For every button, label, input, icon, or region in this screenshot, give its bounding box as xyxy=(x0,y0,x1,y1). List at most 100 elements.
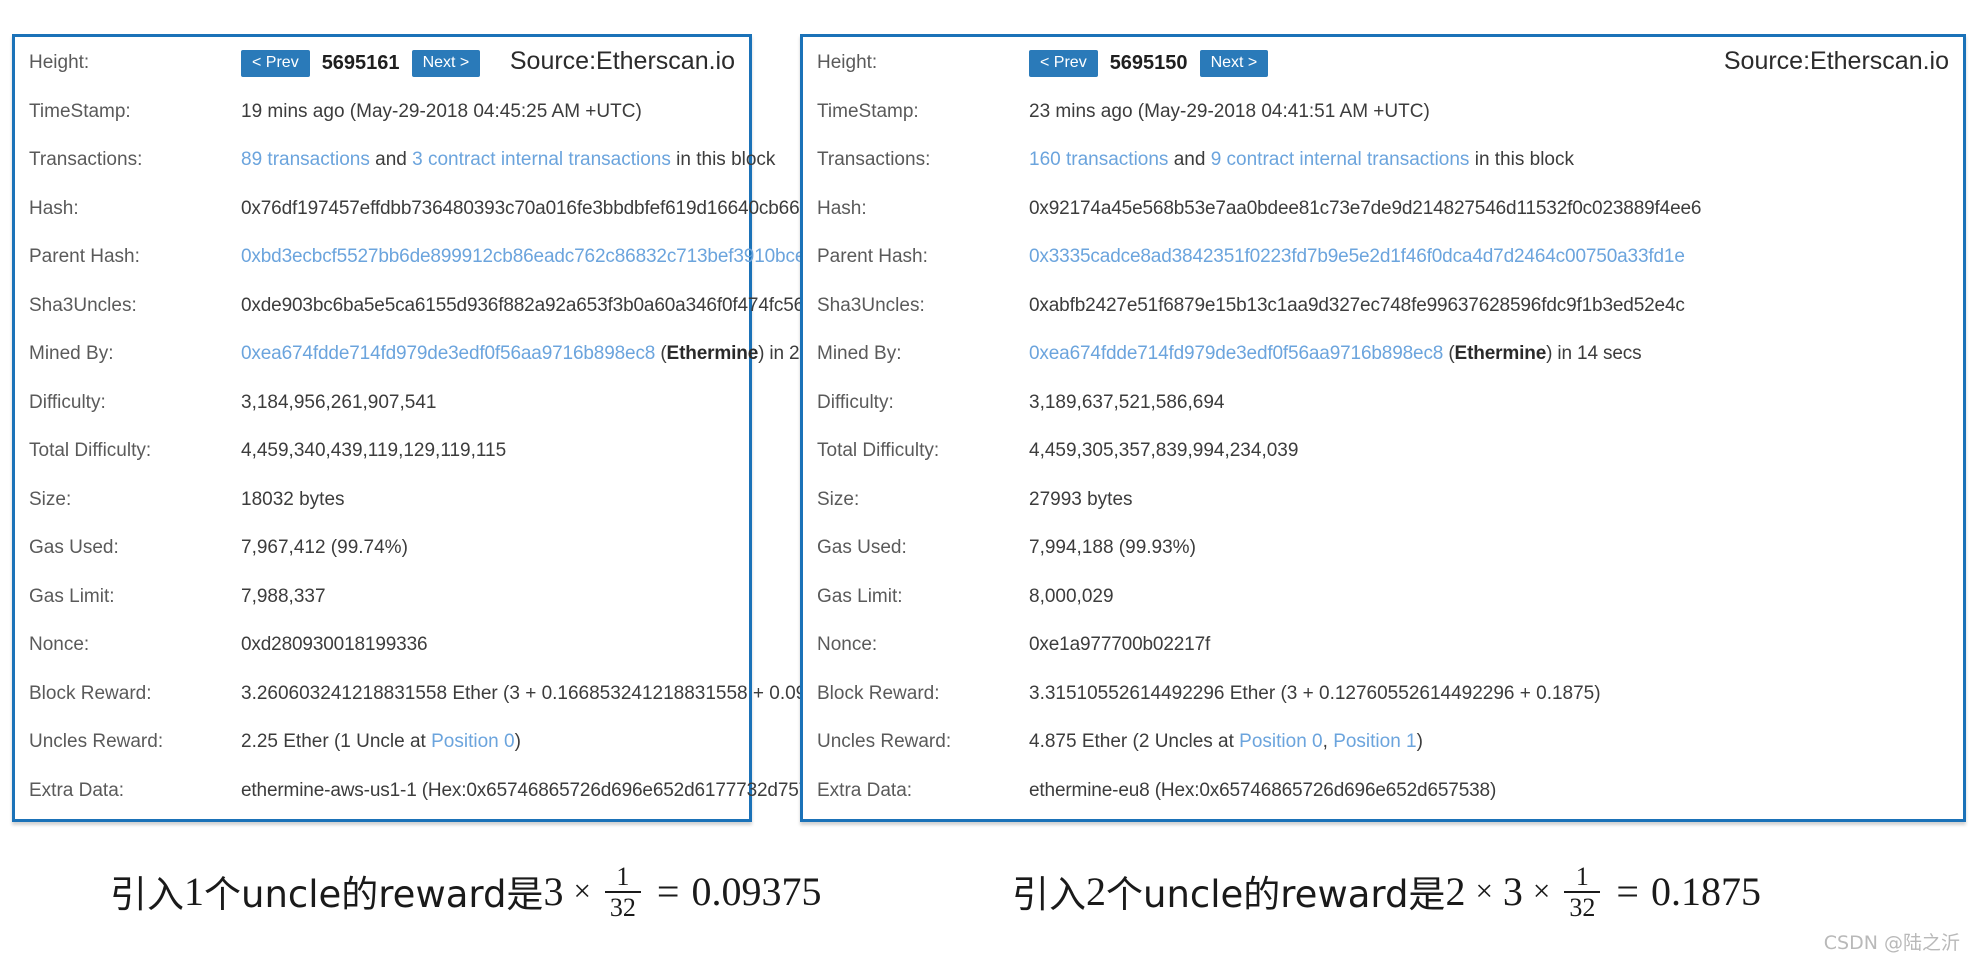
row-value-parent-hash: 0x3335cadce8ad3842351f0223fd7b9e5e2d1f46… xyxy=(1029,241,1949,271)
source-attribution: Source:Etherscan.io xyxy=(509,47,735,75)
miner-address-link[interactable]: 0xea674fdde714fd979de3edf0f56aa9716b898e… xyxy=(241,343,655,364)
row-value-total-difficulty: 4,459,305,357,839,994,234,039 xyxy=(1029,440,1299,461)
row-label-uncles-reward: Uncles Reward: xyxy=(29,731,164,752)
transactions-count-link[interactable]: 89 transactions xyxy=(241,149,370,170)
uncles-reward-separator: , xyxy=(1322,731,1334,752)
row-label-sha3uncles: Sha3Uncles: xyxy=(29,294,137,316)
prev-block-button[interactable]: < Prev xyxy=(241,49,310,77)
miner-address-link[interactable]: 0xea674fdde714fd979de3edf0f56aa9716b898e… xyxy=(1029,343,1443,364)
formula-factor-b: 3 xyxy=(1502,868,1523,914)
table-row: Difficulty: 3,189,637,521,586,694 xyxy=(817,387,1949,436)
parent-hash-link[interactable]: 0x3335cadce8ad3842351f0223fd7b9e5e2d1f46… xyxy=(1029,246,1685,267)
row-value-difficulty: 3,184,956,261,907,541 xyxy=(241,391,437,413)
uncle-position-link[interactable]: Position 0 xyxy=(1239,731,1322,752)
row-value-sha3uncles: 0xabfb2427e51f6879e15b13c1aa9d327ec748fe… xyxy=(1029,294,1685,316)
formula-text-prefix: 引入 xyxy=(110,873,184,917)
formula-result: 0.09375 xyxy=(691,868,822,914)
row-label-gas-limit: Gas Limit: xyxy=(29,585,115,607)
row-label-size: Size: xyxy=(817,488,860,510)
row-label-uncles-reward: Uncles Reward: xyxy=(817,731,952,752)
table-row: Difficulty: 3,184,956,261,907,541 xyxy=(29,387,735,436)
multiply-sign: × xyxy=(1475,873,1493,909)
table-row: Height: < Prev 5695150 Next > Source:Eth… xyxy=(817,47,1949,96)
formula-factor: 3 xyxy=(543,868,564,914)
row-label-hash: Hash: xyxy=(29,197,79,219)
miner-prefix-text: ( xyxy=(655,343,667,364)
table-row: Mined By: 0xea674fdde714fd979de3edf0f56a… xyxy=(29,338,854,387)
row-label-height: Height: xyxy=(817,52,878,73)
table-row: Height: < Prev 5695161 Next > Source:Eth… xyxy=(29,47,735,96)
row-label-block-reward: Block Reward: xyxy=(29,682,152,704)
table-row: Block Reward: 3.260603241218831558 Ether… xyxy=(29,678,844,727)
table-row: Transactions: 160 transactions and 9 con… xyxy=(817,144,1949,193)
row-value-gas-limit: 8,000,029 xyxy=(1029,585,1114,607)
row-value-mined-by: 0xea674fdde714fd979de3edf0f56aa9716b898e… xyxy=(1029,338,1949,368)
block-height-value: 5695150 xyxy=(1109,52,1188,74)
row-value-total-difficulty: 4,459,340,439,119,129,119,115 xyxy=(241,440,507,461)
csdn-watermark: CSDN @陆之沂 xyxy=(1823,932,1960,954)
table-row: Nonce: 0xe1a977700b02217f xyxy=(817,629,1949,678)
transactions-and-text: and xyxy=(1168,149,1211,170)
transactions-suffix-text: in this block xyxy=(670,149,776,170)
table-row: Size: 27993 bytes xyxy=(817,484,1949,533)
table-row: Sha3Uncles: 0xde903bc6ba5e5ca6155d936f88… xyxy=(29,290,898,339)
row-label-size: Size: xyxy=(29,488,72,510)
row-label-transactions: Transactions: xyxy=(817,149,931,170)
block-details-panel-right: Height: < Prev 5695150 Next > Source:Eth… xyxy=(800,34,1966,822)
table-row: Nonce: 0xd280930018199336 xyxy=(29,629,735,678)
row-value-hash: 0x92174a45e568b53e7aa0bdee81c73e7de9d214… xyxy=(1029,197,1702,219)
transactions-count-link[interactable]: 160 transactions xyxy=(1029,149,1168,170)
row-label-difficulty: Difficulty: xyxy=(817,391,894,413)
formula-uncle-count: 2 xyxy=(1086,868,1106,914)
row-value-size: 18032 bytes xyxy=(241,488,345,510)
row-label-extra-data: Extra Data: xyxy=(29,779,125,801)
internal-transactions-link[interactable]: 9 contract internal transactions xyxy=(1211,149,1470,170)
row-label-nonce: Nonce: xyxy=(817,634,878,655)
row-value-mined-by: 0xea674fdde714fd979de3edf0f56aa9716b898e… xyxy=(241,338,854,368)
row-value-timestamp: 23 mins ago (May-29-2018 04:41:51 AM +UT… xyxy=(1029,100,1430,122)
formula-caption-left: 引入 1 个uncle的reward是 3 × 1 32 = 0.09375 xyxy=(110,862,822,922)
row-label-extra-data: Extra Data: xyxy=(817,779,913,801)
table-row: Gas Limit: 7,988,337 xyxy=(29,581,735,630)
miner-name: Ethermine xyxy=(666,343,759,364)
row-value-block-reward: 3.260603241218831558 Ether (3 + 0.166853… xyxy=(241,682,845,704)
table-row: Parent Hash: 0x3335cadce8ad3842351f0223f… xyxy=(817,241,1949,290)
fraction-denominator: 32 xyxy=(604,891,641,922)
block-details-body: Height: < Prev 5695150 Next > Source:Eth… xyxy=(817,47,1949,809)
screenshot-root: Height: < Prev 5695161 Next > Source:Eth… xyxy=(0,0,1978,963)
table-row: Gas Limit: 8,000,029 xyxy=(817,581,1949,630)
table-row: Parent Hash: 0xbd3ecbcf5527bb6de899912cb… xyxy=(29,241,903,290)
uncle-position-link[interactable]: Position 1 xyxy=(1333,731,1416,752)
row-label-timestamp: TimeStamp: xyxy=(29,100,131,122)
block-details-panel-left: Height: < Prev 5695161 Next > Source:Eth… xyxy=(12,34,903,822)
next-block-button[interactable]: Next > xyxy=(1199,49,1269,77)
row-value-difficulty: 3,189,637,521,586,694 xyxy=(1029,391,1225,413)
row-label-height: Height: xyxy=(29,52,90,73)
table-row: Block Reward: 3.31510552614492296 Ether … xyxy=(817,678,1949,727)
row-value-timestamp: 19 mins ago (May-29-2018 04:45:25 AM +UT… xyxy=(241,100,642,122)
next-block-button[interactable]: Next > xyxy=(411,49,481,77)
table-row: Transactions: 89 transactions and 3 cont… xyxy=(29,144,775,193)
row-value-size: 27993 bytes xyxy=(1029,488,1133,510)
row-label-mined-by: Mined By: xyxy=(29,343,114,364)
prev-block-button[interactable]: < Prev xyxy=(1029,49,1098,77)
uncle-position-link[interactable]: Position 0 xyxy=(431,731,514,752)
internal-transactions-link[interactable]: 3 contract internal transactions xyxy=(412,149,671,170)
formula-factor-a: 2 xyxy=(1445,868,1466,914)
multiply-sign: × xyxy=(1532,873,1551,909)
fraction-numerator: 1 xyxy=(616,862,630,891)
fraction-denominator: 32 xyxy=(1564,891,1601,922)
row-value-transactions: 160 transactions and 9 contract internal… xyxy=(1029,144,1949,174)
row-label-transactions: Transactions: xyxy=(29,149,143,170)
table-row: Size: 18032 bytes xyxy=(29,484,735,533)
miner-prefix-text: ( xyxy=(1443,343,1455,364)
row-label-nonce: Nonce: xyxy=(29,634,90,655)
row-value-hash: 0x76df197457effdbb736480393c70a016fe3bbd… xyxy=(241,197,887,219)
uncles-reward-prefix: 2.25 Ether (1 Uncle at xyxy=(241,731,432,752)
uncles-reward-suffix: ) xyxy=(1416,731,1423,752)
formula-uncle-count: 1 xyxy=(184,868,204,914)
row-label-difficulty: Difficulty: xyxy=(29,391,106,413)
miner-suffix-text: ) in 14 secs xyxy=(1546,343,1642,364)
table-row: Total Difficulty: 4,459,340,439,119,129,… xyxy=(29,435,735,484)
table-row: Hash: 0x92174a45e568b53e7aa0bdee81c73e7d… xyxy=(817,193,1949,242)
